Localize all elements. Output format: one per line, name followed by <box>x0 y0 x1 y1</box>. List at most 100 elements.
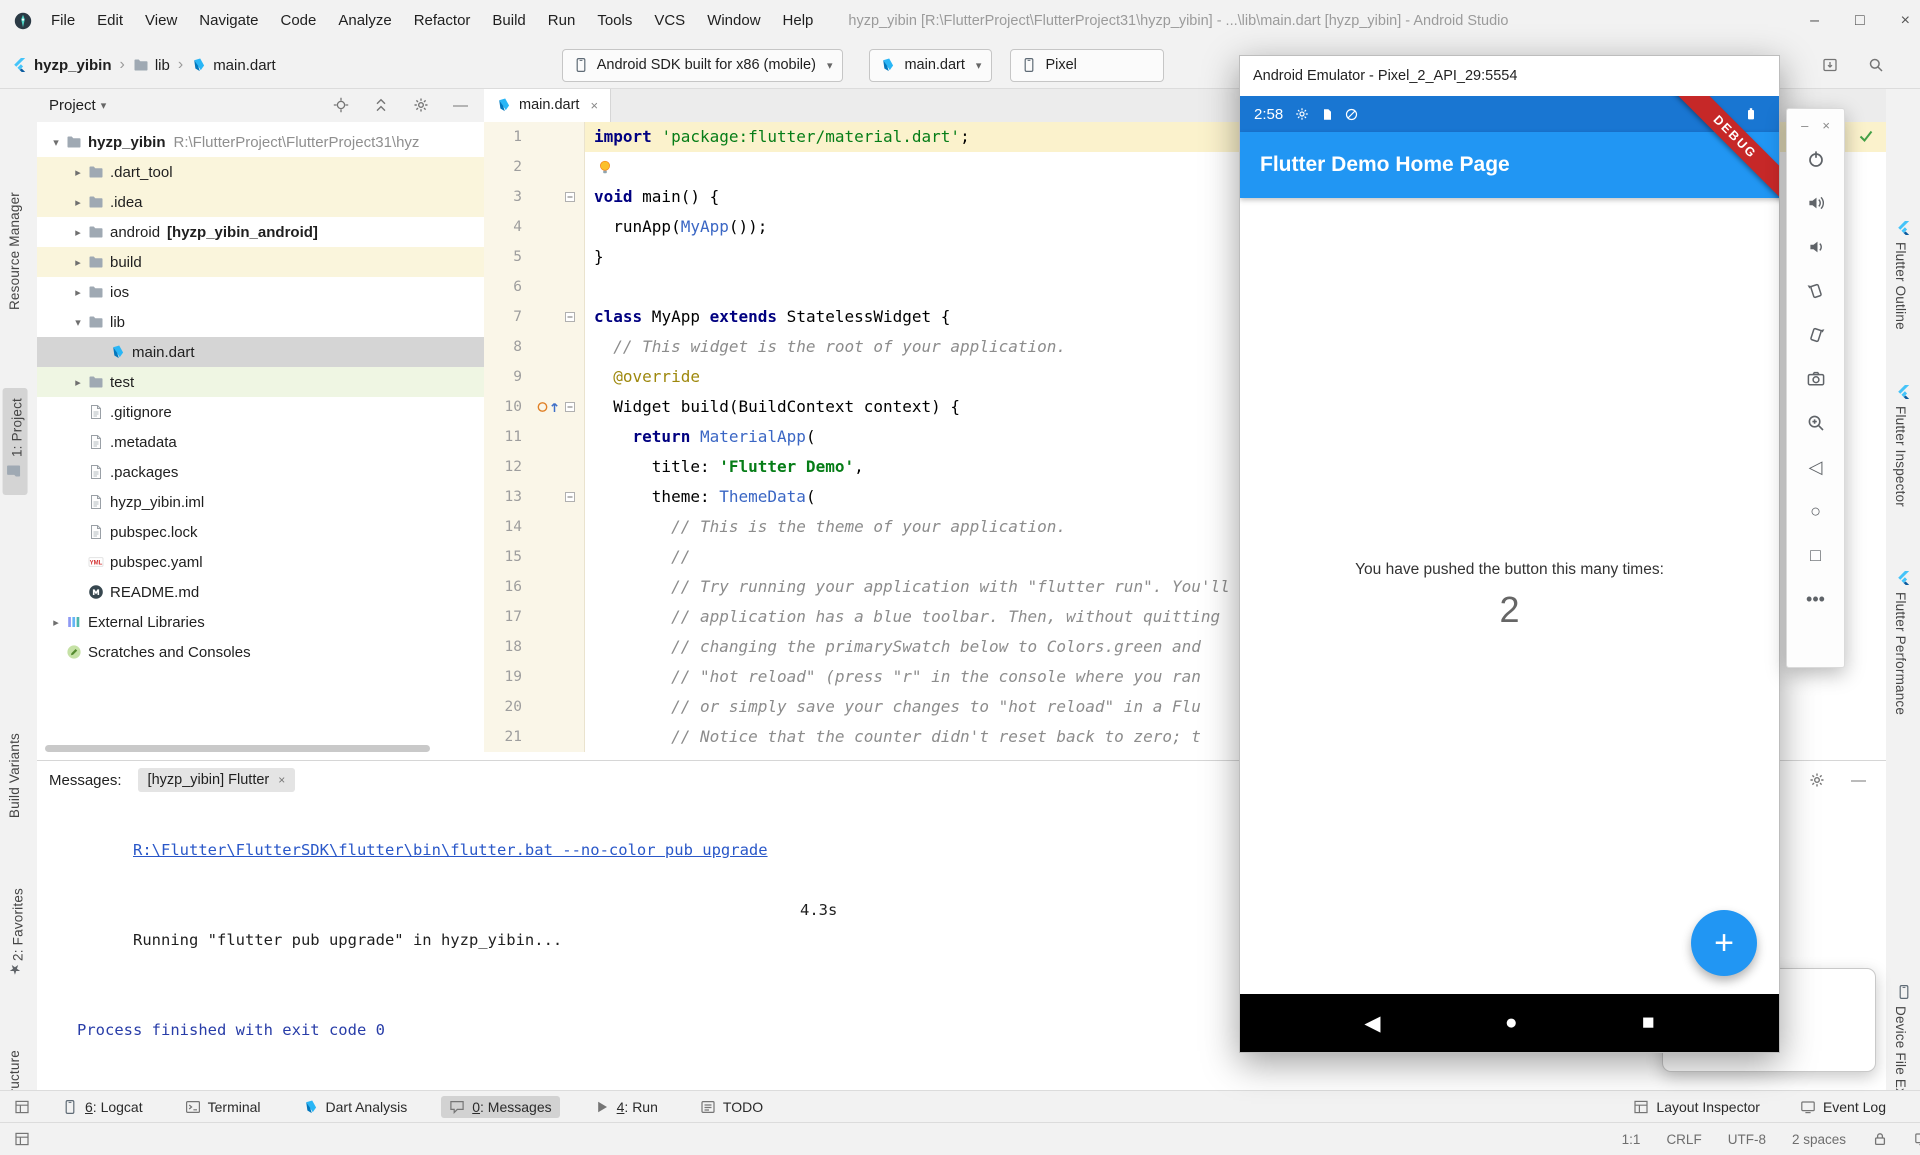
chevron-right-icon[interactable]: ▸ <box>69 226 87 239</box>
gutter[interactable]: 4 <box>484 212 585 242</box>
tree-item-pubspec-yaml[interactable]: YMLpubspec.yaml <box>37 547 484 577</box>
fold-icon[interactable] <box>565 312 575 322</box>
menu-vcs[interactable]: VCS <box>643 0 696 42</box>
gutter[interactable]: 3 <box>484 182 585 212</box>
emulator-close-button[interactable]: × <box>1822 118 1830 133</box>
tree-item-test[interactable]: ▸test <box>37 367 484 397</box>
command-link[interactable]: R:\Flutter\FlutterSDK\flutter\bin\flutte… <box>133 841 768 859</box>
gutter[interactable]: 9 <box>484 362 585 392</box>
gutter[interactable]: 7 <box>484 302 585 332</box>
tree-item-readme-md[interactable]: README.md <box>37 577 484 607</box>
toolwindow-run[interactable]: 4: Run <box>586 1096 666 1118</box>
stripe-1-project[interactable]: 1: Project <box>3 388 28 495</box>
minimize-button[interactable]: – <box>1810 12 1819 30</box>
caret-position[interactable]: 1:1 <box>1622 1132 1641 1147</box>
stripe-resource-manager[interactable]: Resource Manager <box>7 192 22 310</box>
tree-item-lib[interactable]: ▾lib <box>37 307 484 337</box>
gutter[interactable]: 5 <box>484 242 585 272</box>
chevron-right-icon[interactable]: ▸ <box>47 616 65 629</box>
menu-analyze[interactable]: Analyze <box>327 0 402 42</box>
sdk-manager-icon[interactable] <box>1822 57 1838 73</box>
toolwindow-messages[interactable]: 0: Messages <box>441 1096 559 1118</box>
tree-item-idea[interactable]: ▸.idea <box>37 187 484 217</box>
toolwindow-todo[interactable]: TODO <box>692 1096 771 1118</box>
locate-file-icon[interactable] <box>333 97 349 113</box>
tree-item-hyzp-yibin[interactable]: ▾hyzp_yibinR:\FlutterProject\FlutterProj… <box>37 127 484 157</box>
horizontal-scrollbar[interactable] <box>45 745 430 752</box>
stripe-flutter-performance[interactable]: Flutter Performance <box>1893 564 1912 715</box>
indent-setting[interactable]: 2 spaces <box>1792 1132 1846 1147</box>
chevron-right-icon[interactable]: ▸ <box>69 256 87 269</box>
stripe-flutter-inspector[interactable]: Flutter Inspector <box>1893 378 1912 507</box>
editor-tab-main-dart[interactable]: main.dart × <box>484 88 611 123</box>
gear-icon[interactable] <box>1809 772 1825 788</box>
gutter[interactable]: 1 <box>484 122 585 152</box>
fab-button[interactable]: + <box>1691 910 1757 976</box>
nav-overview-button[interactable]: ■ <box>1642 1011 1655 1035</box>
toolwindow-dart-analysis[interactable]: Dart Analysis <box>295 1096 416 1118</box>
gutter[interactable]: 13 <box>484 482 585 512</box>
tree-item-metadata[interactable]: .metadata <box>37 427 484 457</box>
run-config-selector[interactable]: main.dart ▾ <box>869 49 992 82</box>
close-button[interactable]: × <box>1901 12 1910 30</box>
stripe-flutter-outline[interactable]: Flutter Outline <box>1893 214 1912 330</box>
menu-refactor[interactable]: Refactor <box>403 0 482 42</box>
menu-run[interactable]: Run <box>537 0 587 42</box>
stripe-build-variants[interactable]: Build Variants <box>7 733 22 818</box>
emu-camera-button[interactable] <box>1787 357 1844 401</box>
emu-rotate-right-button[interactable] <box>1787 313 1844 357</box>
fold-icon[interactable] <box>565 192 575 202</box>
tree-item-android[interactable]: ▸android[hyzp_yibin_android] <box>37 217 484 247</box>
emu-overview-button[interactable]: □ <box>1787 533 1844 577</box>
menu-build[interactable]: Build <box>481 0 536 42</box>
fold-icon[interactable] <box>565 402 575 412</box>
breadcrumb-lib[interactable]: lib <box>133 57 170 74</box>
toolwindow-switcher-icon[interactable] <box>14 1099 30 1115</box>
chevron-right-icon[interactable]: ▸ <box>69 286 87 299</box>
menu-navigate[interactable]: Navigate <box>188 0 269 42</box>
search-icon[interactable] <box>1868 57 1884 73</box>
gutter[interactable]: 12 <box>484 452 585 482</box>
console-tab[interactable]: [hyzp_yibin] Flutter × <box>138 768 296 792</box>
gear-icon[interactable] <box>413 97 429 113</box>
file-encoding[interactable]: UTF-8 <box>1728 1132 1766 1147</box>
fold-icon[interactable] <box>565 492 575 502</box>
tree-item-external-libraries[interactable]: ▸External Libraries <box>37 607 484 637</box>
maximize-button[interactable]: □ <box>1855 12 1865 30</box>
tree-item-build[interactable]: ▸build <box>37 247 484 277</box>
hide-panel-icon[interactable]: — <box>1851 772 1866 789</box>
emu-more-button[interactable]: ••• <box>1787 577 1844 621</box>
line-separator[interactable]: CRLF <box>1666 1132 1701 1147</box>
close-tab-icon[interactable]: × <box>590 98 598 113</box>
gutter[interactable]: 2 <box>484 152 585 182</box>
breadcrumb-main-dart[interactable]: main.dart <box>191 57 276 74</box>
emu-volume-down-button[interactable] <box>1787 225 1844 269</box>
tree-item-gitignore[interactable]: .gitignore <box>37 397 484 427</box>
tree-item-ios[interactable]: ▸ios <box>37 277 484 307</box>
toolwindow-terminal[interactable]: Terminal <box>177 1096 269 1118</box>
gutter[interactable]: 6 <box>484 272 585 302</box>
lock-icon[interactable] <box>1872 1131 1888 1147</box>
chevron-right-icon[interactable]: ▸ <box>69 166 87 179</box>
menu-view[interactable]: View <box>134 0 188 42</box>
tree-item-dart-tool[interactable]: ▸.dart_tool <box>37 157 484 187</box>
gutter[interactable]: 20 <box>484 692 585 722</box>
toolwindow-layout-inspector[interactable]: Layout Inspector <box>1629 1096 1764 1118</box>
emu-rotate-left-button[interactable] <box>1787 269 1844 313</box>
gutter[interactable]: 11 <box>484 422 585 452</box>
chevron-down-icon[interactable]: ▾ <box>47 136 65 149</box>
menu-file[interactable]: File <box>40 0 86 42</box>
device-selector[interactable]: Android SDK built for x86 (mobile) ▾ <box>562 49 844 82</box>
gutter[interactable]: 18 <box>484 632 585 662</box>
intention-bulb-icon[interactable] <box>597 159 613 175</box>
emulator-title-bar[interactable]: Android Emulator - Pixel_2_API_29:5554 <box>1240 56 1779 96</box>
gutter[interactable]: 21 <box>484 722 585 752</box>
tree-item-scratches-and-consoles[interactable]: Scratches and Consoles <box>37 637 484 667</box>
menu-help[interactable]: Help <box>772 0 825 42</box>
breadcrumb-hyzp-yibin[interactable]: hyzp_yibin <box>12 57 112 74</box>
menu-tools[interactable]: Tools <box>586 0 643 42</box>
tree-item-pubspec-lock[interactable]: pubspec.lock <box>37 517 484 547</box>
gutter[interactable]: 14 <box>484 512 585 542</box>
toolwindow-grid-icon[interactable] <box>14 1131 30 1147</box>
toolwindow-logcat[interactable]: 6: Logcat <box>54 1096 151 1118</box>
